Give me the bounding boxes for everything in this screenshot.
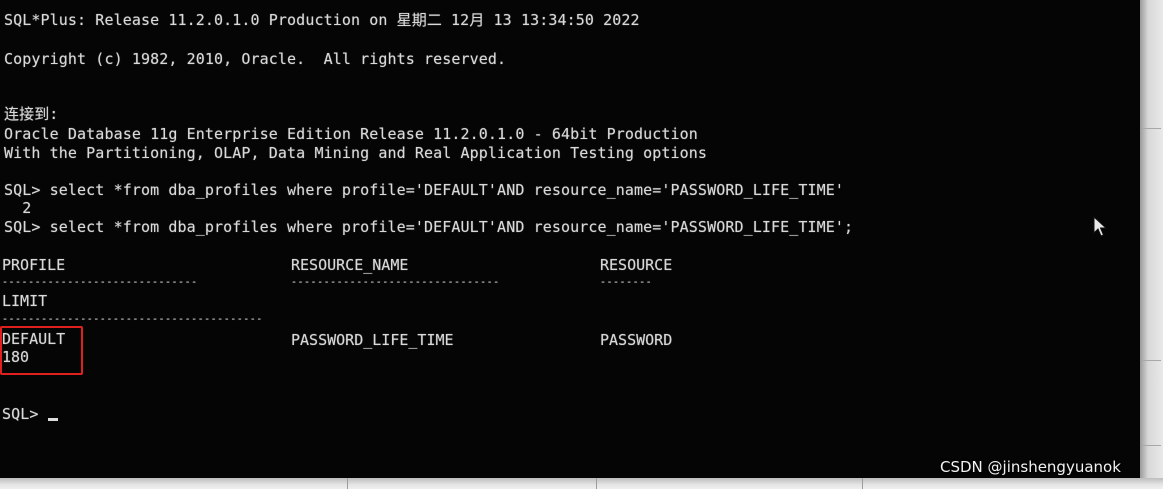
screenshot: SQL*Plus: Release 11.2.0.1.0 Production …: [0, 0, 1163, 489]
cell-resource-name: PASSWORD_LIFE_TIME: [291, 331, 454, 349]
connected-line: 连接到:: [4, 105, 59, 123]
header-profile: PROFILE: [2, 256, 66, 274]
window-edge-right: [1140, 0, 1163, 489]
sqlplus-console[interactable]: SQL*Plus: Release 11.2.0.1.0 Production …: [0, 0, 1140, 478]
separator-resource: --------: [600, 277, 653, 288]
header-resource-name: RESOURCE_NAME: [291, 256, 409, 274]
header-limit: LIMIT: [2, 292, 48, 310]
header-resource: RESOURCE: [600, 256, 673, 274]
separator-profile: ------------------------------: [2, 277, 198, 288]
window-edge-bottom: [0, 478, 1163, 489]
db-version-line: Oracle Database 11g Enterprise Edition R…: [4, 125, 698, 143]
copyright-line: Copyright (c) 1982, 2010, Oracle. All ri…: [4, 50, 507, 68]
text-cursor: [48, 418, 58, 421]
csdn-watermark: CSDN @jinshengyuanok: [940, 458, 1121, 476]
query-line-1: SQL> select *from dba_profiles where pro…: [4, 181, 845, 199]
query-line-2: SQL> select *from dba_profiles where pro…: [4, 218, 854, 236]
cell-resource: PASSWORD: [600, 331, 673, 349]
separator-resource-name: --------------------------------: [291, 277, 500, 288]
continuation-line: 2: [4, 199, 32, 217]
options-line: With the Partitioning, OLAP, Data Mining…: [4, 144, 708, 162]
highlight-annotation-box: [0, 326, 83, 375]
sql-prompt: SQL>: [2, 405, 48, 423]
banner-line: SQL*Plus: Release 11.2.0.1.0 Production …: [4, 11, 640, 29]
mouse-pointer-icon: [1093, 216, 1108, 237]
